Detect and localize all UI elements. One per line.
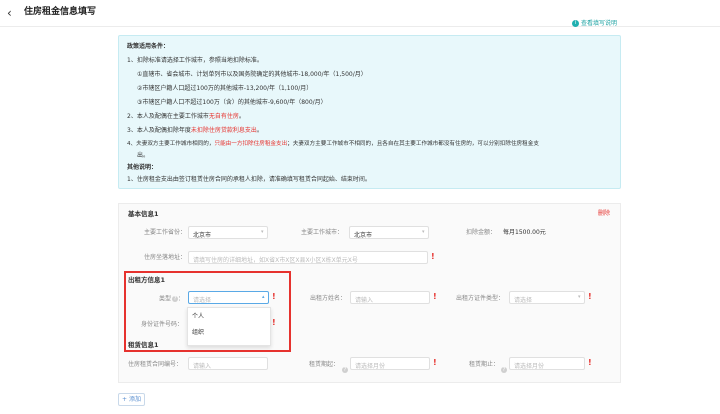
start-placeholder: 请选择月份 — [355, 363, 386, 370]
province-select[interactable]: 北京市 — [188, 226, 268, 239]
required-mark: ! — [431, 252, 435, 261]
delete-button[interactable]: 删除 — [598, 211, 610, 217]
address-label: 住房坐落地址： — [144, 254, 187, 261]
policy-line-4: 4、夫妻双方主要工作城市相同的，只能由一方扣除住房租金支出；夫妻双方主要工作城市… — [127, 141, 539, 148]
start-label-text: 租赁期起： — [309, 361, 340, 368]
policy-line-4-highlight: 只能由一方扣除住房租金支出 — [214, 141, 288, 147]
policy-line-1c: ③市辖区户籍人口不超过100万（含）的其他城市-9,600/年（800/月） — [137, 99, 327, 106]
policy-line-2-end: 。 — [238, 113, 245, 120]
back-icon[interactable]: ‹ — [7, 7, 12, 19]
info-icon: i — [572, 20, 579, 27]
policy-line-4-cont: 出。 — [137, 152, 150, 159]
policy-line-3-text: 3、本人及配偶扣除年度 — [127, 127, 191, 134]
required-mark: ! — [433, 292, 437, 301]
help-icon[interactable]: ? — [341, 361, 348, 377]
start-label: 租赁期起： — [309, 362, 339, 368]
lease-info-title: 租赁信息1 — [128, 341, 159, 349]
chevron-down-icon: ▾ — [422, 229, 425, 235]
policy-line-4-text: 4、夫妻双方主要工作城市相同的， — [127, 141, 215, 147]
province-value: 北京市 — [193, 232, 212, 239]
chevron-down-icon: ▾ — [261, 229, 264, 235]
policy-line-1b: ②市辖区户籍人口超过100万的其他城市-13,200/年（1,100/月） — [137, 85, 313, 92]
standard-label: 扣除金额： — [466, 229, 497, 236]
policy-line-2-highlight: 无自有住房 — [208, 113, 239, 120]
guide-link[interactable]: i 查看填写说明 — [572, 20, 617, 27]
basic-info-title: 基本信息1 — [128, 210, 159, 218]
add-button[interactable]: + 添加 — [118, 393, 145, 406]
guide-link-label: 查看填写说明 — [581, 20, 618, 27]
policy-line-1: 1、扣除标准请选择工作城市，参照当地扣除标准。 — [127, 57, 263, 64]
chevron-down-icon: ▾ — [578, 294, 581, 300]
policy-line-2-text: 2、本人及配偶在主要工作城市 — [127, 113, 209, 120]
contract-label: 住房租赁合同编号： — [128, 361, 183, 368]
end-month-select[interactable]: 请选择月份 — [509, 357, 585, 370]
other-line-1: 1、住房租金支出由签订租赁住房合同的承租人扣除，请准确填写租赁合同起始、结束时间… — [127, 176, 371, 183]
page-title: 住房租金信息填写 — [24, 7, 97, 17]
contract-placeholder: 请输入 — [193, 363, 212, 370]
lessor-id-type-placeholder: 请选择 — [514, 297, 533, 304]
policy-line-3-end: 。 — [256, 127, 263, 134]
required-mark: ! — [588, 358, 592, 367]
policy-line-3-highlight: 未扣除住房贷款利息支出 — [190, 127, 257, 134]
city-value: 北京市 — [354, 232, 373, 239]
end-label: 租赁期止： — [469, 361, 500, 368]
policy-line-1a: ①直辖市、省会城市、计划单列市以及国务院确定的其他城市-18,000/年（1,5… — [137, 71, 367, 78]
lessor-id-type-select[interactable]: 请选择 — [509, 291, 585, 304]
standard-value: 每月1500.00元 — [503, 229, 546, 236]
help-icon[interactable]: ? — [500, 361, 507, 377]
other-heading: 其他说明： — [127, 164, 158, 171]
start-month-select[interactable]: 请选择月份 — [350, 357, 430, 370]
address-input[interactable]: 请填写住房的详细地址，如X省X市X区X县X小区X栋X单元X号 — [188, 251, 428, 264]
lessor-name-input[interactable]: 请输入 — [350, 291, 430, 304]
required-mark: ! — [433, 358, 437, 367]
policy-line-3: 3、本人及配偶扣除年度未扣除住房贷款利息支出。 — [127, 128, 263, 134]
required-mark: ! — [588, 292, 592, 301]
policy-heading: 政策适用条件： — [127, 43, 170, 50]
policy-line-2: 2、本人及配偶在主要工作城市无自有住房。 — [127, 114, 245, 120]
lessor-name-label: 出租方姓名： — [310, 295, 347, 302]
address-placeholder: 请填写住房的详细地址，如X省X市X区X县X小区X栋X单元X号 — [193, 257, 358, 264]
end-placeholder: 请选择月份 — [514, 363, 545, 370]
lessor-name-placeholder: 请输入 — [355, 297, 374, 304]
lessor-id-type-label: 出租方证件类型： — [456, 295, 505, 302]
contract-input[interactable]: 请输入 — [188, 357, 268, 370]
city-label: 主要工作城市： — [301, 229, 344, 236]
highlight-box — [124, 271, 291, 352]
policy-line-4-rest: ；夫妻双方主要工作城市不相同的，且各自在其主要工作城市都没有住房的，可以分别扣除… — [287, 141, 539, 147]
city-select[interactable]: 北京市 — [349, 226, 429, 239]
province-label: 主要工作省份： — [144, 229, 187, 236]
